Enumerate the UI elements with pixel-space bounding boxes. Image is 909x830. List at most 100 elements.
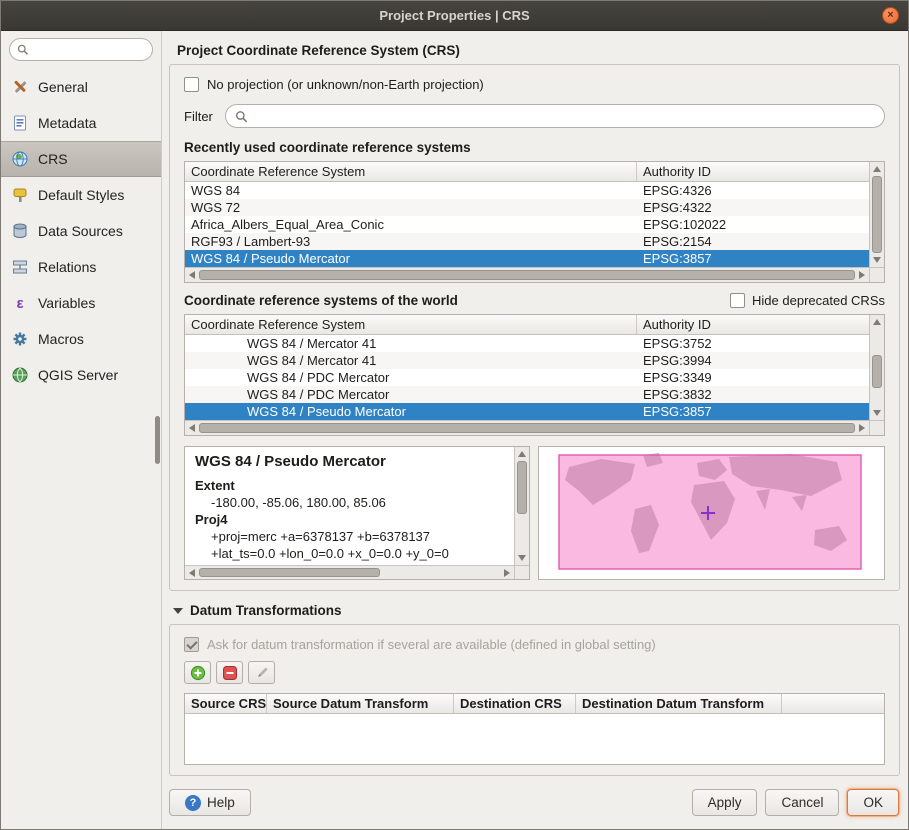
scrollbar-thumb[interactable] bbox=[199, 423, 855, 433]
scroll-right-arrow[interactable] bbox=[504, 569, 510, 577]
crs-name-cell: WGS 84 / PDC Mercator bbox=[185, 369, 637, 386]
table-row[interactable]: Africa_Albers_Equal_Area_Conic EPSG:1020… bbox=[185, 216, 869, 233]
edit-transform-button bbox=[248, 661, 275, 684]
column-header-crs[interactable]: Coordinate Reference System bbox=[185, 315, 637, 334]
remove-transform-button[interactable] bbox=[216, 661, 243, 684]
sidebar-item-metadata[interactable]: Metadata bbox=[1, 105, 161, 141]
help-button[interactable]: ? Help bbox=[169, 789, 251, 816]
table-row[interactable]: WGS 84 / PDC Mercator EPSG:3832 bbox=[185, 386, 869, 403]
crs-name-cell: WGS 72 bbox=[185, 199, 637, 216]
no-projection-checkbox[interactable] bbox=[184, 77, 199, 92]
authority-id-cell: EPSG:102022 bbox=[637, 216, 869, 233]
column-header-destination-transform[interactable]: Destination Datum Transform bbox=[576, 694, 782, 713]
column-header-destination-crs[interactable]: Destination CRS bbox=[454, 694, 576, 713]
gear-icon bbox=[11, 330, 29, 348]
table-row[interactable]: WGS 84 / PDC Mercator EPSG:3349 bbox=[185, 369, 869, 386]
scroll-up-arrow[interactable] bbox=[873, 166, 881, 172]
datum-transformations-header[interactable]: Datum Transformations bbox=[173, 603, 900, 618]
scrollbar-thumb[interactable] bbox=[199, 568, 380, 577]
column-header-authority[interactable]: Authority ID bbox=[637, 162, 869, 181]
recent-crs-table: Coordinate Reference System Authority ID… bbox=[184, 161, 885, 283]
scroll-up-arrow[interactable] bbox=[873, 319, 881, 325]
scrollbar-thumb[interactable] bbox=[872, 176, 882, 253]
column-header-authority[interactable]: Authority ID bbox=[637, 315, 869, 334]
scroll-right-arrow[interactable] bbox=[859, 271, 865, 279]
vertical-scrollbar[interactable] bbox=[869, 162, 884, 267]
sidebar-item-variables[interactable]: ε Variables bbox=[1, 285, 161, 321]
vertical-scrollbar[interactable] bbox=[869, 315, 884, 420]
scroll-down-arrow[interactable] bbox=[873, 257, 881, 263]
edit-pencil-icon bbox=[254, 665, 270, 681]
globe-icon bbox=[11, 150, 29, 168]
scrollbar-thumb[interactable] bbox=[199, 270, 855, 280]
table-row-selected[interactable]: WGS 84 / Pseudo Mercator EPSG:3857 bbox=[185, 250, 869, 267]
server-globe-icon bbox=[11, 366, 29, 384]
cancel-button[interactable]: Cancel bbox=[765, 789, 839, 816]
sidebar-search[interactable] bbox=[9, 38, 153, 61]
search-icon bbox=[235, 110, 248, 123]
column-header-source-crs[interactable]: Source CRS bbox=[185, 694, 267, 713]
sidebar-item-macros[interactable]: Macros bbox=[1, 321, 161, 357]
crs-group-frame: No projection (or unknown/non-Earth proj… bbox=[169, 64, 900, 591]
table-row-selected[interactable]: WGS 84 / Pseudo Mercator EPSG:3857 bbox=[185, 403, 869, 420]
database-icon bbox=[11, 222, 29, 240]
scrollbar-corner bbox=[869, 267, 884, 282]
scroll-right-arrow[interactable] bbox=[859, 424, 865, 432]
table-row[interactable]: WGS 84 / Mercator 41 EPSG:3752 bbox=[185, 335, 869, 352]
horizontal-scrollbar[interactable] bbox=[185, 267, 869, 282]
sidebar-item-label: Relations bbox=[38, 259, 96, 275]
authority-id-cell: EPSG:4322 bbox=[637, 199, 869, 216]
apply-button[interactable]: Apply bbox=[692, 789, 758, 816]
scroll-left-arrow[interactable] bbox=[189, 569, 195, 577]
crs-details-title: WGS 84 / Pseudo Mercator bbox=[195, 453, 511, 470]
project-properties-dialog: Project Properties | CRS × General bbox=[0, 0, 909, 830]
scrollbar-thumb[interactable] bbox=[872, 355, 882, 389]
hide-deprecated-checkbox[interactable] bbox=[730, 293, 745, 308]
sidebar-item-relations[interactable]: Relations bbox=[1, 249, 161, 285]
sidebar-item-label: QGIS Server bbox=[38, 367, 118, 383]
table-row[interactable]: WGS 84 EPSG:4326 bbox=[185, 182, 869, 199]
variables-icon: ε bbox=[11, 294, 29, 312]
crs-filter-box[interactable] bbox=[225, 104, 885, 128]
vertical-scrollbar[interactable] bbox=[514, 447, 529, 565]
proj4-value: +proj=merc +a=6378137 +b=6378137 bbox=[195, 528, 511, 545]
sidebar-item-general[interactable]: General bbox=[1, 69, 161, 105]
sidebar-search-input[interactable] bbox=[33, 43, 145, 57]
sidebar-item-data-sources[interactable]: Data Sources bbox=[1, 213, 161, 249]
table-row[interactable]: RGF93 / Lambert-93 EPSG:2154 bbox=[185, 233, 869, 250]
scrollbar-corner bbox=[514, 565, 529, 579]
sidebar-item-label: Macros bbox=[38, 331, 84, 347]
scroll-down-arrow[interactable] bbox=[873, 410, 881, 416]
sidebar-scrollbar-thumb[interactable] bbox=[155, 416, 160, 464]
proj4-value: +lat_ts=0.0 +lon_0=0.0 +x_0=0.0 +y_0=0 bbox=[195, 545, 511, 562]
apply-button-label: Apply bbox=[708, 795, 742, 810]
datum-transforms-table-body bbox=[185, 714, 884, 764]
window-title: Project Properties | CRS bbox=[379, 8, 529, 23]
collapse-arrow-icon bbox=[173, 608, 183, 614]
table-row[interactable]: WGS 84 / Mercator 41 EPSG:3994 bbox=[185, 352, 869, 369]
sidebar-item-label: Default Styles bbox=[38, 187, 124, 203]
sidebar-item-label: CRS bbox=[38, 151, 68, 167]
table-row[interactable]: WGS 72 EPSG:4322 bbox=[185, 199, 869, 216]
close-button[interactable]: × bbox=[882, 7, 899, 24]
column-header-crs[interactable]: Coordinate Reference System bbox=[185, 162, 637, 181]
add-transform-button[interactable] bbox=[184, 661, 211, 684]
scroll-left-arrow[interactable] bbox=[189, 424, 195, 432]
ok-button[interactable]: OK bbox=[847, 789, 899, 816]
column-header-source-transform[interactable]: Source Datum Transform bbox=[267, 694, 454, 713]
crs-name-cell: RGF93 / Lambert-93 bbox=[185, 233, 637, 250]
scroll-down-arrow[interactable] bbox=[518, 555, 526, 561]
crs-name-cell: WGS 84 bbox=[185, 182, 637, 199]
scroll-up-arrow[interactable] bbox=[518, 451, 526, 457]
titlebar[interactable]: Project Properties | CRS × bbox=[1, 1, 908, 31]
extent-label: Extent bbox=[195, 477, 511, 494]
horizontal-scrollbar[interactable] bbox=[185, 420, 869, 435]
crs-filter-input[interactable] bbox=[254, 109, 875, 123]
sidebar-item-qgis-server[interactable]: QGIS Server bbox=[1, 357, 161, 393]
sidebar-item-default-styles[interactable]: Default Styles bbox=[1, 177, 161, 213]
sidebar-item-crs[interactable]: CRS bbox=[1, 141, 161, 177]
scroll-left-arrow[interactable] bbox=[189, 271, 195, 279]
authority-id-cell: EPSG:3994 bbox=[637, 352, 869, 369]
horizontal-scrollbar[interactable] bbox=[185, 565, 514, 579]
scrollbar-thumb[interactable] bbox=[517, 461, 527, 514]
